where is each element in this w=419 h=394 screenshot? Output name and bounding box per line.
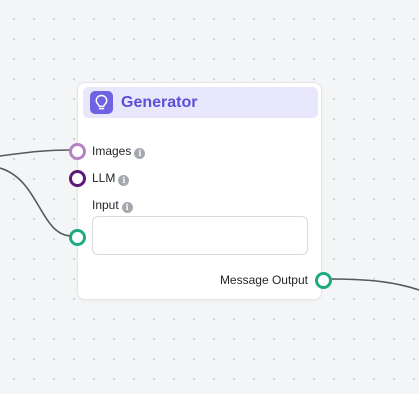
input-label: Input: [92, 198, 119, 212]
images-label: Images: [92, 144, 132, 158]
generator-node[interactable]: Generator Images i LLM i Input i Message Ou…: [77, 82, 322, 300]
lightbulb-icon: [90, 91, 113, 114]
node-title: Generator: [121, 94, 198, 111]
input-text-field[interactable]: [92, 216, 308, 255]
input-field-label: Input i: [92, 198, 133, 213]
images-input-handle[interactable]: [69, 143, 86, 160]
message-output-label: Message Output: [219, 273, 308, 287]
llm-field-label: LLM i: [92, 171, 130, 186]
edge-message-output[interactable]: [327, 278, 419, 291]
edge-input-in[interactable]: [0, 167, 73, 237]
info-icon[interactable]: i: [118, 175, 130, 186]
message-output-handle[interactable]: [315, 272, 332, 289]
llm-label: LLM: [92, 171, 116, 185]
llm-input-handle[interactable]: [69, 170, 86, 187]
input-handle[interactable]: [69, 229, 86, 246]
info-icon[interactable]: i: [121, 202, 133, 213]
edge-images-in[interactable]: [0, 149, 73, 157]
node-header[interactable]: Generator: [83, 87, 318, 118]
images-field-label: Images i: [92, 144, 146, 159]
info-icon[interactable]: i: [134, 148, 146, 159]
